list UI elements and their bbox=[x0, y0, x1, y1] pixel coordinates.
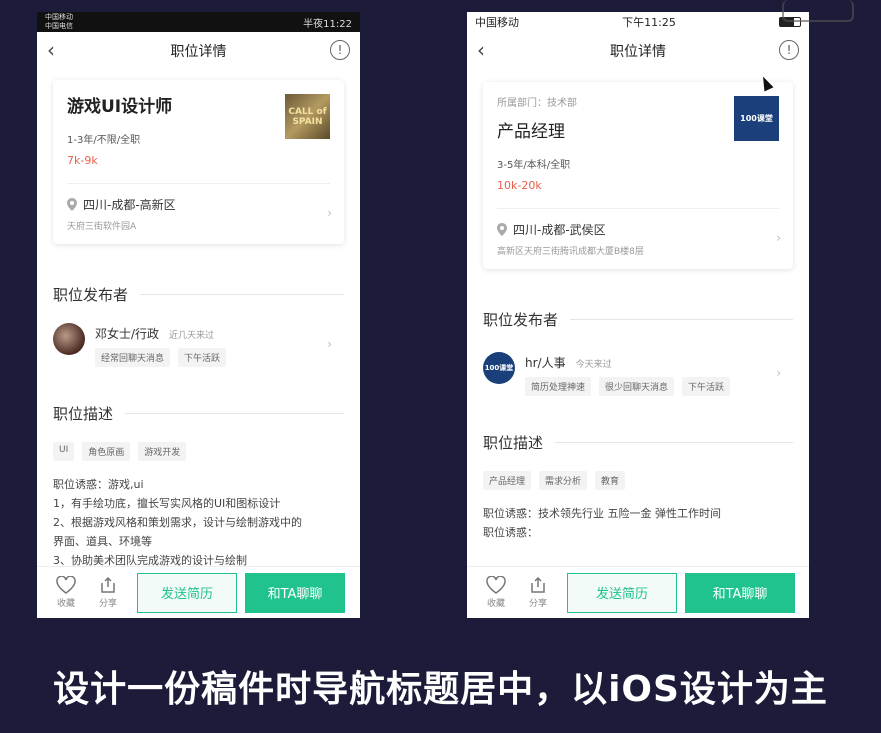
share-button[interactable]: 分享 bbox=[87, 576, 129, 609]
description-line: 职位诱惑：技术领先行业 五险一金 弹性工作时间 bbox=[483, 507, 721, 520]
chevron-right-icon: › bbox=[776, 231, 781, 245]
publisher-section-title: 职位发布者 bbox=[483, 309, 793, 330]
description-text: 职位诱惑：技术领先行业 五险一金 弹性工作时间 职位诱惑： bbox=[483, 504, 793, 542]
share-label: 分享 bbox=[528, 599, 547, 609]
location-text: 四川-成都-高新区 bbox=[83, 198, 176, 212]
salary: 7k-9k bbox=[67, 154, 98, 167]
description-tag: 产品经理 bbox=[483, 471, 532, 490]
job-card: 游戏UI设计师 1-3年/不限/全职 7k-9k CALL of SPAIN 四… bbox=[53, 80, 344, 244]
location-pin-icon bbox=[497, 223, 507, 236]
address-text: 天府三街软件园A bbox=[67, 222, 137, 232]
description-line: 2、根据游戏风格和策划需求，设计与绘制游戏中的 bbox=[53, 516, 302, 529]
divider bbox=[497, 208, 779, 209]
info-icon[interactable]: ! bbox=[330, 40, 350, 60]
location-row[interactable]: 四川-成都-高新区 bbox=[67, 196, 330, 213]
caption: 设计一份稿件时导航标题居中，以iOS设计为主 bbox=[53, 669, 828, 710]
bottom-action-bar: 收藏 分享 发送简历 和TA聊聊 bbox=[37, 566, 360, 618]
description-tags: 产品经理 需求分析 教育 bbox=[483, 471, 793, 490]
send-resume-button[interactable]: 发送简历 bbox=[137, 572, 237, 613]
avatar bbox=[53, 323, 85, 355]
company-logo: 100课堂 bbox=[734, 96, 779, 141]
description-line: 界面、道具、环境等 bbox=[53, 535, 152, 548]
publisher-row[interactable]: 邓女士/行政 近几天来过 经常回聊天消息 下午活跃 › bbox=[53, 323, 344, 367]
publisher-active: 近几天来过 bbox=[169, 331, 215, 341]
chat-button[interactable]: 和TA聊聊 bbox=[245, 572, 345, 613]
description-tag: 游戏开发 bbox=[138, 442, 187, 461]
description-section-title: 职位描述 bbox=[53, 403, 344, 424]
carrier-label: 中国移动 bbox=[45, 13, 73, 21]
chat-button[interactable]: 和TA聊聊 bbox=[685, 572, 795, 613]
share-icon bbox=[101, 576, 115, 593]
page-title: 职位详情 bbox=[170, 44, 227, 60]
favorite-label: 收藏 bbox=[486, 599, 505, 609]
publisher-row[interactable]: 100课堂 hr/人事 今天来过 简历处理神速 很少回聊天消息 下午活跃 › bbox=[483, 352, 793, 396]
carrier-label: 中国电信 bbox=[45, 22, 73, 30]
salary: 10k-20k bbox=[497, 179, 542, 192]
favorite-button[interactable]: 收藏 bbox=[475, 576, 517, 609]
description-tags: UI 角色原画 游戏开发 bbox=[53, 442, 344, 461]
ios-screenshot: 中国移动 下午11:25 ‹ 职位详情 ! 所属部门：技术部 产品经理 3-5年… bbox=[467, 12, 809, 618]
location-pin-icon bbox=[67, 198, 77, 211]
share-icon bbox=[531, 576, 545, 593]
bottom-action-bar: 收藏 分享 发送简历 和TA聊聊 bbox=[467, 566, 809, 618]
chevron-right-icon: › bbox=[327, 337, 332, 351]
chevron-right-icon: › bbox=[776, 366, 781, 380]
chevron-right-icon: › bbox=[327, 206, 332, 220]
favorite-button[interactable]: 收藏 bbox=[45, 576, 87, 609]
info-icon[interactable]: ! bbox=[779, 40, 799, 60]
status-bar: 中国移动 中国电信 半夜11:22 bbox=[37, 12, 360, 32]
job-meta: 3-5年/本科/全职 bbox=[497, 160, 571, 171]
carrier-label: 中国移动 bbox=[475, 16, 519, 29]
heart-icon bbox=[486, 576, 506, 594]
back-icon[interactable]: ‹ bbox=[47, 40, 55, 60]
nav-bar: ‹ 职位详情 ! bbox=[37, 32, 360, 70]
publisher-tag: 下午活跃 bbox=[682, 377, 731, 396]
description-line: 1，有手绘功底，擅长写实风格的UI和图标设计 bbox=[53, 497, 281, 510]
back-icon[interactable]: ‹ bbox=[477, 40, 485, 60]
description-line: 职位诱惑：游戏,ui bbox=[53, 478, 144, 491]
avatar: 100课堂 bbox=[483, 352, 515, 384]
company-logo: CALL of SPAIN bbox=[285, 94, 330, 139]
publisher-active: 今天来过 bbox=[575, 360, 612, 370]
status-time: 下午11:25 bbox=[622, 16, 676, 29]
description-section-title: 职位描述 bbox=[483, 432, 793, 453]
heart-icon bbox=[56, 576, 76, 594]
avatar-text: 100课堂 bbox=[484, 364, 514, 372]
description-tag: 角色原画 bbox=[82, 442, 131, 461]
publisher-tag: 下午活跃 bbox=[178, 348, 227, 367]
share-label: 分享 bbox=[98, 599, 117, 609]
publisher-name: hr/人事 bbox=[525, 356, 566, 370]
status-bar: 中国移动 下午11:25 bbox=[467, 12, 809, 32]
description-text: 职位诱惑：游戏,ui 1，有手绘功底，擅长写实风格的UI和图标设计 2、根据游戏… bbox=[53, 475, 344, 570]
publisher-name: 邓女士/行政 bbox=[95, 327, 160, 341]
location-text: 四川-成都-武侯区 bbox=[513, 223, 606, 237]
description-tag: UI bbox=[53, 442, 75, 461]
publisher-tag: 简历处理神速 bbox=[525, 377, 592, 396]
description-line: 职位诱惑： bbox=[483, 526, 538, 539]
share-button[interactable]: 分享 bbox=[517, 576, 559, 609]
favorite-label: 收藏 bbox=[56, 599, 75, 609]
address-text: 高新区天府三街腾讯成都大厦B楼8层 bbox=[497, 247, 644, 257]
job-card: 所属部门：技术部 产品经理 3-5年/本科/全职 10k-20k 100课堂 四… bbox=[483, 82, 793, 269]
divider bbox=[67, 183, 330, 184]
android-screenshot: 中国移动 中国电信 半夜11:22 ‹ 职位详情 ! 游戏UI设计师 1-3年/… bbox=[37, 12, 360, 618]
nav-bar: ‹ 职位详情 ! bbox=[467, 32, 809, 70]
publisher-section-title: 职位发布者 bbox=[53, 284, 344, 305]
description-tag: 需求分析 bbox=[539, 471, 588, 490]
page-title: 职位详情 bbox=[610, 44, 666, 60]
video-play-icon bbox=[782, 0, 854, 22]
company-logo-text: 100课堂 bbox=[740, 114, 773, 123]
status-time: 半夜11:22 bbox=[303, 18, 352, 30]
send-resume-button[interactable]: 发送简历 bbox=[567, 572, 677, 613]
publisher-tag: 很少回聊天消息 bbox=[599, 377, 675, 396]
publisher-tag: 经常回聊天消息 bbox=[95, 348, 171, 367]
description-tag: 教育 bbox=[595, 471, 626, 490]
carrier-labels: 中国移动 中国电信 bbox=[45, 13, 73, 31]
location-row[interactable]: 四川-成都-武侯区 bbox=[497, 221, 779, 238]
